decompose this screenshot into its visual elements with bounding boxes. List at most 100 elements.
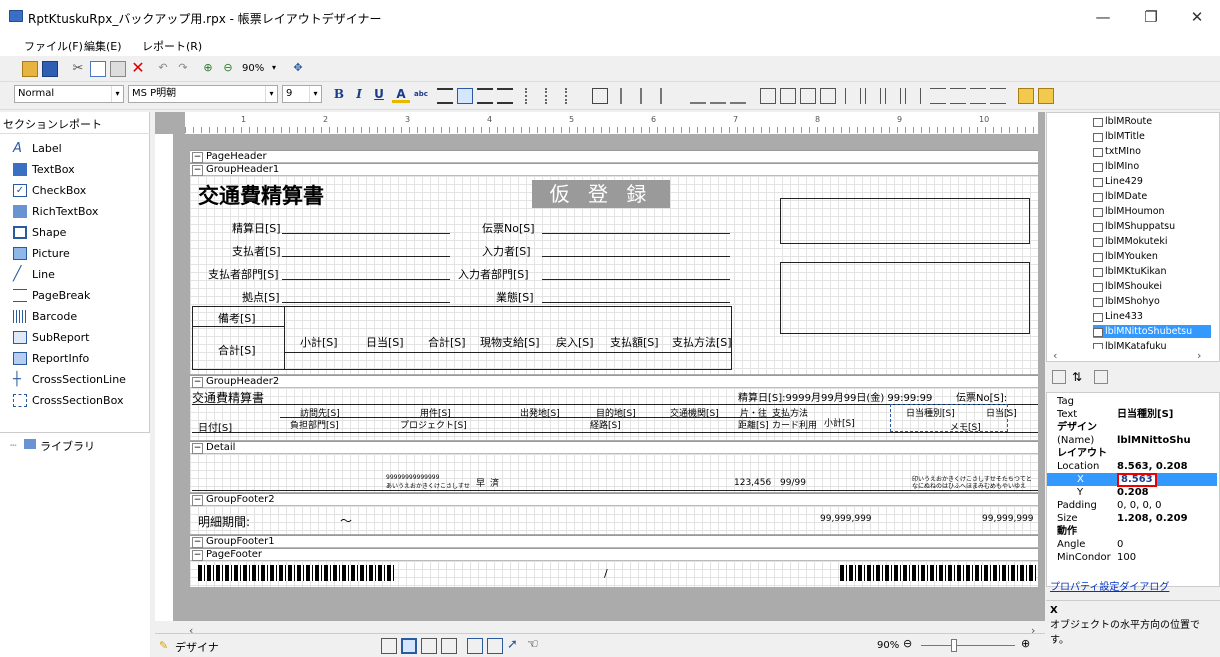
section-group-header2[interactable]: GroupHeader2 xyxy=(190,375,1038,388)
zoom-dropdown-icon[interactable]: ▾ xyxy=(272,63,276,72)
denpyo-label[interactable]: 伝票No[S] xyxy=(482,220,535,236)
prop-row[interactable]: Padding 0, 0, 0, 0 xyxy=(1047,499,1217,512)
tool-reportinfo[interactable]: ReportInfo xyxy=(0,348,148,369)
detail-line[interactable] xyxy=(192,490,1038,491)
gh2-kyori[interactable]: 距離[S] xyxy=(738,418,769,431)
prop-row[interactable]: Y 0.208 xyxy=(1047,486,1217,499)
tool-shape[interactable]: Shape xyxy=(0,222,148,243)
barcode-right[interactable] xyxy=(840,565,1036,581)
align-objects-right-icon[interactable] xyxy=(660,88,676,104)
tool-textbox[interactable]: TextBox xyxy=(0,159,148,180)
size-to-grid-icon[interactable] xyxy=(820,88,836,104)
tool-richtextbox[interactable]: RichTextBox xyxy=(0,201,148,222)
menu-file[interactable]: ファイル(F) xyxy=(24,38,83,54)
col-reinyu[interactable]: 戻入[S] xyxy=(556,334,594,350)
table-icon[interactable] xyxy=(441,638,457,654)
prop-category[interactable]: レイアウト xyxy=(1047,447,1217,460)
gokei-label[interactable]: 合計[S] xyxy=(218,342,256,358)
restore-button[interactable]: ❐ xyxy=(1140,6,1162,28)
vspacing-equal-icon[interactable] xyxy=(930,88,946,104)
nyuryokusha-line[interactable] xyxy=(542,256,730,257)
tree-item[interactable]: lblMKatafuku xyxy=(1093,340,1211,349)
align-center-icon[interactable] xyxy=(457,88,473,104)
shiharaisha-line[interactable] xyxy=(282,256,450,257)
vspacing-increase-icon[interactable] xyxy=(950,88,966,104)
biko-label[interactable]: 備考[S] xyxy=(218,310,256,326)
detail-sample4[interactable]: 済 xyxy=(490,476,499,489)
zoom-out-icon[interactable]: ⊖ xyxy=(220,61,236,77)
tree-item[interactable]: lblMShohyo xyxy=(1093,295,1211,308)
cut-icon[interactable]: ✂ xyxy=(70,61,86,77)
gh2-keiro[interactable]: 経路[S] xyxy=(590,418,621,431)
section-group-footer2[interactable]: GroupFooter2 xyxy=(190,493,1038,506)
menu-report[interactable]: レポート(R) xyxy=(142,38,202,54)
gh2-date[interactable]: 精算日[S]:9999月99月99日(金) 99:99:99 xyxy=(738,389,932,404)
font-combo[interactable]: MS P明朝 ▾ xyxy=(128,85,278,103)
tree-item[interactable]: lblMYouken xyxy=(1093,250,1211,263)
redo-icon[interactable]: ↷ xyxy=(175,61,191,77)
vspacing-remove-icon[interactable] xyxy=(990,88,1006,104)
scroll-right-icon[interactable]: › xyxy=(1197,349,1201,362)
x-value-input[interactable]: 8.563 xyxy=(1117,473,1157,487)
gf2-label[interactable]: 明細期間: xyxy=(198,513,250,530)
sort-alpha-icon[interactable]: ⇅ xyxy=(1072,370,1082,384)
align-middle-icon[interactable] xyxy=(710,88,726,104)
minimize-button[interactable]: — xyxy=(1092,6,1114,28)
detail-num[interactable]: 123,456 xyxy=(734,478,771,488)
pf-slash[interactable]: / xyxy=(604,567,608,580)
hspacing-increase-icon[interactable] xyxy=(865,88,881,104)
summary-row-line[interactable] xyxy=(284,352,732,353)
tool-barcode[interactable]: Barcode xyxy=(0,306,148,327)
kyoten-label[interactable]: 拠点[S] xyxy=(242,289,280,305)
col-genbutsu[interactable]: 現物支給[S] xyxy=(480,334,540,350)
stamp-box-top[interactable] xyxy=(780,198,1030,244)
tree-item[interactable]: lblMHoumon xyxy=(1093,205,1211,218)
seisanbi-label[interactable]: 精算日[S] xyxy=(232,220,281,236)
tool-checkbox[interactable]: ✓ CheckBox xyxy=(0,180,148,201)
gh2-denpyo[interactable]: 伝票No[S]: xyxy=(956,389,1007,404)
bold-button[interactable]: B xyxy=(330,85,348,103)
tool-pagebreak[interactable]: PageBreak xyxy=(0,285,148,306)
detail-sample3[interactable]: 早 xyxy=(476,476,485,489)
band-group-header2[interactable]: 交通費精算書 精算日[S]:9999月99月99日(金) 99:99:99 伝票… xyxy=(190,388,1038,440)
section-group-header1[interactable]: GroupHeader1 xyxy=(190,163,1038,176)
italic-button[interactable]: I xyxy=(350,85,368,103)
gyotai-line[interactable] xyxy=(542,302,730,303)
prop-row[interactable]: Location 8.563, 0.208 xyxy=(1047,460,1217,473)
biko-divider[interactable] xyxy=(192,326,284,327)
col-shiharai[interactable]: 支払額[S] xyxy=(610,334,659,350)
layout-icon[interactable] xyxy=(592,88,608,104)
hspacing-decrease-icon[interactable] xyxy=(885,88,901,104)
categorized-icon[interactable] xyxy=(1052,370,1066,384)
report-title[interactable]: 交通費精算書 xyxy=(198,180,324,210)
col-hoho[interactable]: 支払方法[S] xyxy=(672,334,732,350)
nyuryoku-bumon-line[interactable] xyxy=(542,279,730,280)
section-detail[interactable]: Detail xyxy=(190,441,1038,454)
hand-icon[interactable]: ☜ xyxy=(527,637,539,652)
band-page-footer[interactable]: / xyxy=(190,561,1038,587)
gf2-tilde[interactable]: 〜 xyxy=(340,512,352,529)
close-button[interactable]: ✕ xyxy=(1186,6,1208,28)
align-bottom-icon[interactable] xyxy=(730,88,746,104)
stamp-label[interactable]: 仮 登 録 xyxy=(532,180,670,208)
detail-text2[interactable]: なにぬねのはひふへほまみむめもやいゆえ xyxy=(912,481,1026,490)
property-dialog-link[interactable]: プロパティ設定ダイアログ xyxy=(1050,578,1169,593)
tree-item[interactable]: Line429 xyxy=(1093,175,1211,188)
delete-icon[interactable]: ✕ xyxy=(130,60,146,77)
designer-surface[interactable]: 1 2 3 4 5 6 7 8 9 10 PageHeader GroupHea… xyxy=(155,112,1045,642)
section-page-header[interactable]: PageHeader xyxy=(190,150,1038,163)
hspacing-equal-icon[interactable] xyxy=(845,88,861,104)
band-group-footer2[interactable]: 明細期間: 〜 99,999,999 99,999,999 xyxy=(190,506,1038,534)
prop-row[interactable]: Angle 0 xyxy=(1047,538,1217,551)
prop-category[interactable]: デザイン xyxy=(1047,421,1217,434)
save-icon[interactable] xyxy=(42,61,58,77)
detail-date[interactable]: 99/99 xyxy=(780,478,806,488)
gh2-bottom-line[interactable] xyxy=(192,432,1038,433)
bullets-icon[interactable] xyxy=(525,88,541,104)
prop-row[interactable]: Size 1.208, 0.209 xyxy=(1047,512,1217,525)
tree-item[interactable]: txtMIno xyxy=(1093,145,1211,158)
tool-label[interactable]: A Label xyxy=(0,138,148,159)
summary-vline[interactable] xyxy=(284,306,285,370)
undo-icon[interactable]: ↶ xyxy=(155,61,171,77)
band-detail[interactable]: 99999999999999 あいうえおかきくけこさしすせ 早 済 123,45… xyxy=(190,454,1038,492)
